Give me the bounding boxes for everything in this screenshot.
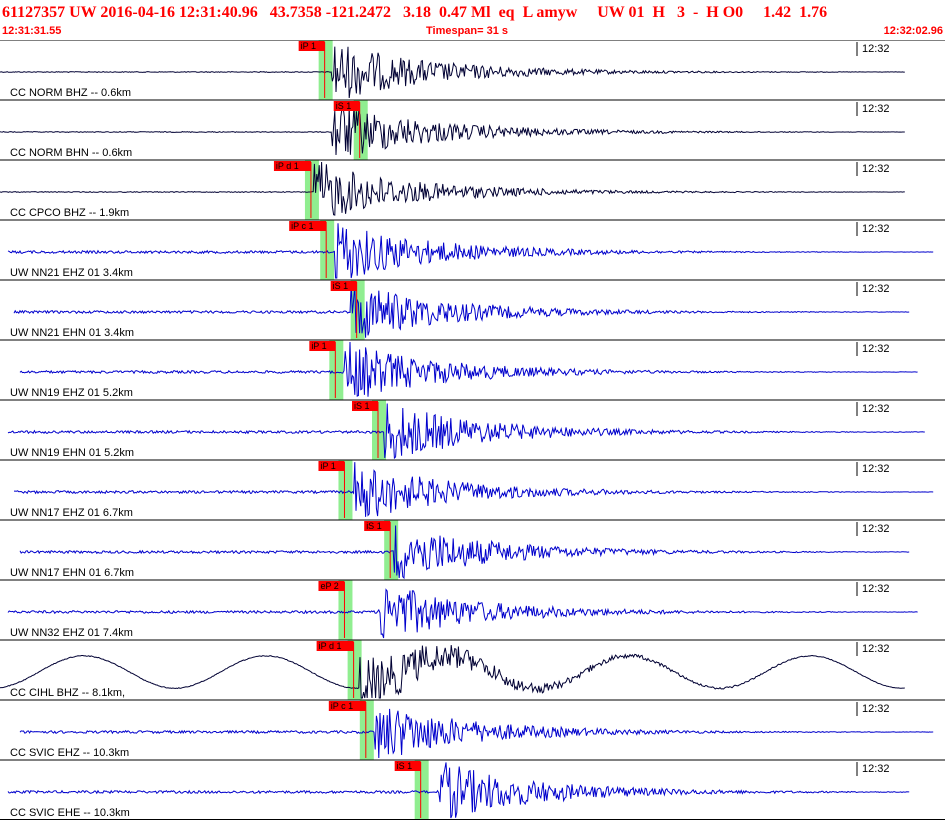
waveform [0,106,905,156]
pick-label: iP 1 [301,41,316,51]
waveform [0,46,905,99]
pick-label: eP 2 [320,581,338,591]
station-label: UW NN17 EHN 01 6.7km [10,567,134,579]
waveform [7,223,934,279]
trace-panel: iP d 1 12:32 CC CIHL BHZ -- 8.1km, [0,639,945,699]
pick-label: iP 1 [320,461,335,471]
waveform [19,708,934,759]
trace-panel: iP 1 12:32 UW NN17 EHZ 01 6.7km [0,459,945,519]
trace-panel: iS 1 12:32 CC SVIC EHE -- 10.3km [0,759,945,819]
pick-label: iP c 1 [291,221,313,231]
station-label: CC SVIC EHE -- 10.3km [10,807,130,819]
station-label: CC NORM BHN -- 0.6km [10,147,132,159]
pick-label: iP 1 [311,341,326,351]
time-tick-label: 12:32 [862,223,890,235]
time-tick-label: 12:32 [862,583,890,595]
waveform [7,588,918,639]
waveform [19,525,910,580]
pick-label: iS 1 [397,761,413,771]
station-label: UW NN21 EHZ 01 3.4km [10,267,133,279]
header: 61127357 UW 2016-04-16 12:31:40.96 43.73… [0,0,945,40]
station-label: CC CIHL BHZ -- 8.1km, [10,687,125,699]
station-label: CC NORM BHZ -- 0.6km [10,87,131,99]
time-tick-label: 12:32 [862,343,890,355]
station-label: UW NN32 EHZ 01 7.4km [10,627,133,639]
waveform [7,403,925,460]
time-tick-label: 12:32 [862,43,890,55]
waveform [0,161,905,216]
waveform [13,283,910,338]
waveform [19,341,918,397]
pick-label: iP d 1 [276,161,299,171]
time-tick-label: 12:32 [862,643,890,655]
event-title: 61127357 UW 2016-04-16 12:31:40.96 43.73… [2,4,828,21]
end-time: 12:32:02.96 [883,25,943,37]
trace-panel: eP 2 12:32 UW NN32 EHZ 01 7.4km [0,579,945,639]
timespan-label: Timespan= 31 s [426,25,509,37]
pick-label: iP d 1 [319,641,342,651]
time-tick-label: 12:32 [862,523,890,535]
pick-label: iP c 1 [331,701,353,711]
time-tick-label: 12:32 [862,283,890,295]
time-tick-label: 12:32 [862,103,890,115]
pick-label: iS 1 [354,401,370,411]
pick-label: iS 1 [333,281,349,291]
waveform [0,645,905,699]
time-tick-label: 12:32 [862,163,890,175]
trace-panel: iP d 1 12:32 CC CPCO BHZ -- 1.9km [0,159,945,219]
trace-panel: iP c 1 12:32 UW NN21 EHZ 01 3.4km [0,219,945,279]
station-label: UW NN17 EHZ 01 6.7km [10,507,133,519]
trace-panel: iP 1 12:32 CC NORM BHZ -- 0.6km [0,40,945,99]
station-label: UW NN19 EHZ 01 5.2km [10,387,133,399]
trace-panel: iS 1 12:32 UW NN21 EHN 01 3.4km [0,279,945,339]
pick-label: iS 1 [336,101,352,111]
trace-panel: iS 1 12:32 CC NORM BHN -- 0.6km [0,99,945,159]
time-tick-label: 12:32 [862,763,890,775]
trace-panel: iS 1 12:32 UW NN19 EHN 01 5.2km [0,399,945,460]
station-label: CC CPCO BHZ -- 1.9km [10,207,129,219]
seismogram-plot[interactable]: iP 1 12:32 CC NORM BHZ -- 0.6km iS 1 12:32 CC… [0,40,945,820]
station-label: UW NN19 EHN 01 5.2km [10,447,134,459]
trace-panel: iS 1 12:32 UW NN17 EHN 01 6.7km [0,519,945,580]
station-label: CC SVIC EHZ -- 10.3km [10,747,129,759]
waveform [14,462,934,517]
pick-label: iS 1 [366,521,382,531]
time-tick-label: 12:32 [862,463,890,475]
time-tick-label: 12:32 [862,403,890,415]
trace-panel: iP 1 12:32 UW NN19 EHZ 01 5.2km [0,339,945,399]
waveform [7,762,910,819]
station-label: UW NN21 EHN 01 3.4km [10,327,134,339]
time-tick-label: 12:32 [862,703,890,715]
trace-panel: iP c 1 12:32 CC SVIC EHZ -- 10.3km [0,699,945,759]
start-time: 12:31:31.55 [2,25,62,37]
